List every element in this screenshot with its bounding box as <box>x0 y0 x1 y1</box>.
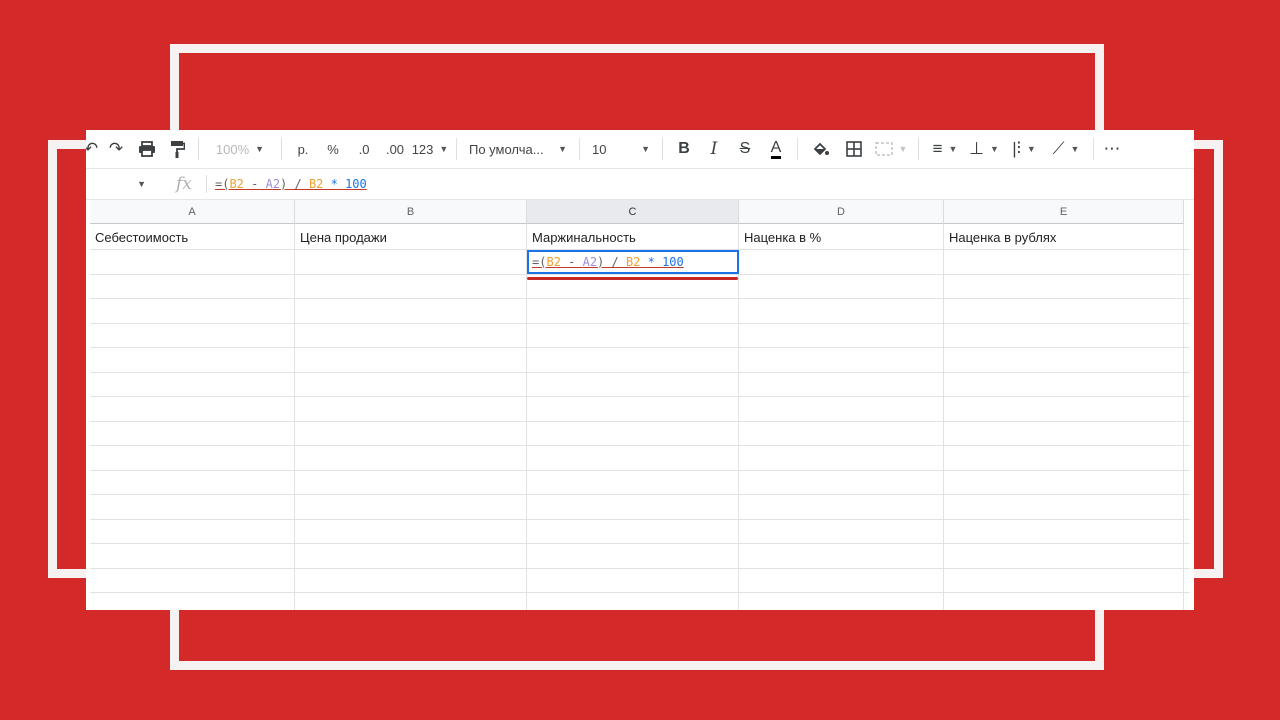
cell-c1[interactable]: Маржинальность <box>527 226 636 250</box>
formula-token: * 100 <box>640 255 684 269</box>
fx-icon: fx <box>176 174 192 194</box>
active-cell-editor-c2[interactable]: =(B2 - A2) / B2 * 100 <box>527 250 739 274</box>
cell-d1[interactable]: Наценка в % <box>739 226 821 250</box>
toolbar-divider <box>579 138 580 160</box>
row-gridline <box>90 470 1190 471</box>
font-size-select[interactable]: 10 ▼ <box>586 135 656 163</box>
chevron-down-icon: ▼ <box>641 144 650 154</box>
horizontal-align-icon[interactable]: ≡ ▼ <box>925 135 965 163</box>
chevron-down-icon: ▼ <box>1070 144 1080 154</box>
toolbar: ↶ ↷ 100% ▼ р. % .0 .00 123 ▼ По умолча... ▼… <box>86 130 1194 168</box>
redo-icon[interactable]: ↷ <box>100 135 132 163</box>
cell-e1[interactable]: Наценка в рублях <box>944 226 1056 250</box>
text-wrapping-icon[interactable]: |⫶ ▼ <box>1003 135 1045 163</box>
column-gridline <box>526 224 527 610</box>
column-header-b[interactable]: B <box>295 200 527 224</box>
row-gridline <box>90 372 1190 373</box>
formula-divider <box>206 175 207 193</box>
highlight-underline <box>527 277 738 280</box>
chevron-down-icon: ▼ <box>439 144 449 154</box>
chevron-down-icon: ▼ <box>137 179 146 189</box>
formula-token: A2 <box>265 177 281 191</box>
fill-color-icon[interactable] <box>804 135 838 163</box>
undo-icon[interactable]: ↶ <box>86 135 100 163</box>
chevron-down-icon: ▼ <box>1026 144 1036 154</box>
column-gridline <box>294 224 295 610</box>
increase-decimal-button[interactable]: .00 <box>380 135 410 163</box>
formula-token: B2 <box>229 177 244 191</box>
currency-format-button[interactable]: р. <box>288 135 318 163</box>
row-gridline <box>90 445 1190 446</box>
more-options-icon[interactable]: ⋯ <box>1100 135 1124 163</box>
toolbar-divider <box>281 138 282 160</box>
formula-token: ) / <box>280 177 309 191</box>
formula-token: ) / <box>597 255 626 269</box>
toolbar-divider <box>456 138 457 160</box>
text-color-label: A <box>770 139 782 159</box>
chevron-down-icon: ▼ <box>558 144 567 154</box>
row-gridline <box>90 274 1190 275</box>
zoom-value: 100% <box>215 141 250 157</box>
formula-input[interactable]: =(B2 - A2) / B2 * 100 <box>215 177 367 191</box>
formula-token: =( <box>215 177 230 191</box>
chevron-down-icon: ▼ <box>948 144 958 154</box>
paint-format-icon[interactable] <box>162 135 192 163</box>
spreadsheet-window: ↶ ↷ 100% ▼ р. % .0 .00 123 ▼ По умолча... ▼… <box>86 130 1194 610</box>
font-family-value: По умолча... <box>469 141 544 157</box>
column-header-e[interactable]: E <box>944 200 1184 224</box>
zoom-select[interactable]: 100% ▼ <box>205 135 275 163</box>
row-gridline <box>90 519 1190 520</box>
formula-token: A2 <box>582 255 598 269</box>
toolbar-divider <box>1093 138 1094 160</box>
text-rotation-icon[interactable]: ⟋ ▼ <box>1045 135 1087 163</box>
column-gridline <box>943 224 944 610</box>
merge-cells-icon[interactable]: ▼ <box>870 135 912 163</box>
formula-token: - <box>560 255 583 269</box>
more-formats-button[interactable]: 123 ▼ <box>410 135 450 163</box>
row-gridline <box>90 592 1190 593</box>
print-icon[interactable] <box>132 135 162 163</box>
formula-token: - <box>243 177 266 191</box>
chevron-down-icon: ▼ <box>898 144 908 154</box>
row-gridline <box>90 568 1190 569</box>
toolbar-divider <box>797 138 798 160</box>
column-gridline <box>1183 224 1184 610</box>
font-size-value: 10 <box>592 141 607 157</box>
row-gridline <box>90 323 1190 324</box>
decrease-decimal-button[interactable]: .0 <box>348 135 380 163</box>
chevron-down-icon: ▼ <box>255 144 265 154</box>
borders-icon[interactable] <box>838 135 870 163</box>
column-header-a[interactable]: A <box>90 200 295 224</box>
text-color-button[interactable]: A <box>761 135 791 163</box>
row-gridline <box>90 298 1190 299</box>
formula-bar: ▼ fx =(B2 - A2) / B2 * 100 <box>86 168 1194 200</box>
toolbar-divider <box>662 138 663 160</box>
row-gridline <box>90 347 1190 348</box>
row-gridline <box>90 543 1190 544</box>
column-gridline <box>738 224 739 610</box>
column-header-c[interactable]: C <box>527 200 739 224</box>
formula-token: B2 <box>625 255 641 269</box>
formula-token: B2 <box>546 255 561 269</box>
row-gridline <box>90 396 1190 397</box>
formula-token: B2 <box>308 177 324 191</box>
name-box[interactable]: ▼ <box>86 179 146 189</box>
font-family-select[interactable]: По умолча... ▼ <box>463 135 573 163</box>
toolbar-divider <box>918 138 919 160</box>
toolbar-divider <box>198 138 199 160</box>
italic-button[interactable]: I <box>699 135 729 163</box>
strikethrough-button[interactable]: S <box>729 135 761 163</box>
chevron-down-icon: ▼ <box>989 144 999 154</box>
row-gridline <box>90 421 1190 422</box>
vertical-align-icon[interactable]: ⊥ ▼ <box>965 135 1003 163</box>
more-formats-label: 123 <box>411 141 434 157</box>
row-gridline <box>90 494 1190 495</box>
bold-button[interactable]: B <box>669 135 699 163</box>
cell-b1[interactable]: Цена продажи <box>295 226 387 250</box>
formula-token: =( <box>532 255 547 269</box>
formula-token: * 100 <box>323 177 367 191</box>
percent-format-button[interactable]: % <box>318 135 348 163</box>
column-header-d[interactable]: D <box>739 200 944 224</box>
cell-a1[interactable]: Себестоимость <box>90 226 188 250</box>
